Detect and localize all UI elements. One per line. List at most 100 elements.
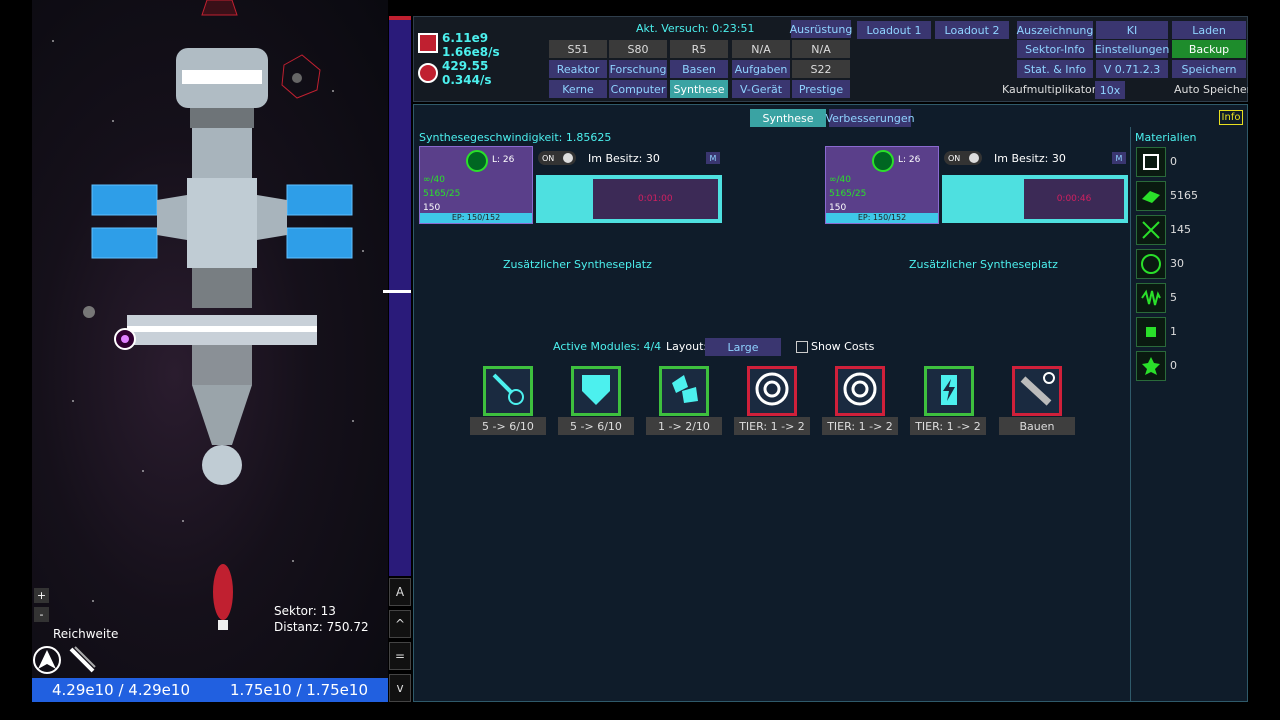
toggle-slot-1[interactable]: ON	[538, 151, 576, 165]
module-label[interactable]: TIER: 1 -> 2	[822, 417, 898, 435]
grid-s51[interactable]: S51	[549, 40, 607, 58]
module-5[interactable]	[924, 366, 974, 416]
speed-equal-button[interactable]: =	[389, 642, 411, 670]
buy-multiplier-button[interactable]: 10x	[1095, 81, 1125, 99]
tab-synthese[interactable]: Synthese	[750, 109, 826, 127]
distance-label: Distanz: 750.72	[274, 620, 369, 634]
buy-multiplier-label: Kaufmultiplikator:	[1002, 83, 1100, 96]
slot-level: L: 26	[492, 155, 515, 165]
equipment-button[interactable]: Ausrüstung	[790, 20, 852, 38]
stat-energy-rate: 0.344/s	[442, 73, 492, 87]
range-label: Reichweite	[53, 627, 119, 641]
loadout1-button[interactable]: Loadout 1	[857, 21, 931, 39]
owned-slot-2: Im Besitz: 30	[994, 152, 1066, 165]
grid-na2[interactable]: N/A	[792, 40, 850, 58]
info-button[interactable]: Info	[1219, 110, 1243, 125]
speed-a-button[interactable]: A	[389, 578, 411, 606]
grid-r5[interactable]: R5	[670, 40, 728, 58]
grid-s80[interactable]: S80	[609, 40, 667, 58]
load-button[interactable]: Laden	[1172, 21, 1246, 39]
tab-prestige[interactable]: Prestige	[792, 80, 850, 98]
no-sign-icon[interactable]	[418, 33, 438, 53]
slot-req1: ∞/40	[423, 175, 445, 185]
space-station	[83, 0, 353, 630]
toggle-label: ON	[948, 153, 961, 163]
grid-na1[interactable]: N/A	[732, 40, 790, 58]
core-icon	[1136, 249, 1166, 279]
synthesis-speed: Synthesegeschwindigkeit: 1.85625	[419, 131, 612, 144]
alloy-icon	[1136, 181, 1166, 211]
speed-down-button[interactable]: v	[389, 674, 411, 702]
layout-select[interactable]: Large	[705, 338, 781, 356]
materials-divider	[1130, 127, 1131, 701]
scroll-marker[interactable]	[383, 290, 411, 293]
tab-bases[interactable]: Basen	[670, 60, 728, 78]
tab-cores[interactable]: Kerne	[549, 80, 607, 98]
module-label[interactable]: TIER: 1 -> 2	[734, 417, 810, 435]
tab-tasks[interactable]: Aufgaben	[732, 60, 790, 78]
ship-icon[interactable]	[32, 645, 62, 675]
save-button[interactable]: Speichern	[1172, 60, 1246, 78]
tab-reactor[interactable]: Reaktor	[549, 60, 607, 78]
chip-icon	[1136, 147, 1166, 177]
synthesis-slot-2[interactable]: L: 26 ∞/40 5165/25 150 EP: 150/152	[825, 146, 939, 224]
module-4[interactable]	[835, 366, 885, 416]
tab-upgrades[interactable]: Verbesserungen	[825, 109, 915, 127]
stats-button[interactable]: Stat. & Info	[1017, 60, 1093, 78]
tab-vdevice[interactable]: V-Gerät	[732, 80, 790, 98]
extra-slot-1[interactable]: Zusätzlicher Syntheseplatz	[503, 258, 652, 271]
module-3[interactable]	[747, 366, 797, 416]
slot-req2: 5165/25	[829, 189, 867, 199]
backup-button[interactable]: Backup	[1172, 40, 1246, 58]
show-costs-label: Show Costs	[811, 340, 875, 353]
module-2[interactable]	[659, 366, 709, 416]
circuit-icon	[1136, 215, 1166, 245]
stat-money: 6.11e9	[442, 31, 489, 45]
slot-ep: EP: 150/152	[826, 213, 938, 223]
core-icon	[466, 150, 488, 172]
settings-button[interactable]: Einstellungen	[1095, 40, 1169, 58]
show-costs-checkbox[interactable]	[796, 341, 808, 353]
grid-s22[interactable]: S22	[792, 60, 850, 78]
game-viewport[interactable]: Sektor: 13 Distanz: 750.72 + - Reichweit…	[32, 0, 388, 680]
build-icon	[1017, 369, 1057, 413]
slot-req3: 150	[829, 203, 847, 213]
weapon-icon[interactable]	[67, 645, 97, 675]
module-label[interactable]: 5 -> 6/10	[470, 417, 546, 435]
module-6[interactable]	[1012, 366, 1062, 416]
module-label[interactable]: TIER: 1 -> 2	[910, 417, 986, 435]
module-label[interactable]: 5 -> 6/10	[558, 417, 634, 435]
record-icon[interactable]	[418, 63, 438, 83]
zoom-out-button[interactable]: -	[34, 607, 49, 622]
module-1[interactable]	[571, 366, 621, 416]
toggle-label: ON	[542, 153, 555, 163]
module-0[interactable]	[483, 366, 533, 416]
loadout2-button[interactable]: Loadout 2	[935, 21, 1009, 39]
vortex-icon	[840, 369, 880, 413]
speed-up-button[interactable]: ^	[389, 610, 411, 638]
tab-research[interactable]: Forschung	[609, 60, 667, 78]
m-button-slot-2[interactable]: M	[1112, 152, 1126, 164]
slot-req2: 5165/25	[423, 189, 461, 199]
tab-synthesis[interactable]: Synthese	[670, 80, 728, 98]
module-label[interactable]: 1 -> 2/10	[646, 417, 722, 435]
ai-button[interactable]: KI	[1096, 21, 1168, 39]
material-value: 5165	[1170, 189, 1198, 202]
progress-slot-1: 0:01:00	[536, 175, 722, 223]
version-button[interactable]: V 0.71.2.3	[1096, 60, 1168, 78]
synthesis-slot-1[interactable]: L: 26 ∞/40 5165/25 150 EP: 150/152	[419, 146, 533, 224]
tab-computer[interactable]: Computer	[609, 80, 667, 98]
scroll-track[interactable]	[389, 16, 411, 576]
material-value: 0	[1170, 359, 1177, 372]
m-button-slot-1[interactable]: M	[706, 152, 720, 164]
awards-button[interactable]: Auszeichnung	[1017, 21, 1093, 39]
materials-list: 0 5165 145 30 5 1 0	[1132, 147, 1242, 387]
toggle-slot-2[interactable]: ON	[944, 151, 982, 165]
scroll-top-accent	[389, 16, 411, 20]
extra-slot-2[interactable]: Zusätzlicher Syntheseplatz	[909, 258, 1058, 271]
zoom-in-button[interactable]: +	[34, 588, 49, 603]
module-label[interactable]: Bauen	[999, 417, 1075, 435]
sector-info-button[interactable]: Sektor-Info	[1017, 40, 1093, 58]
shield-icon	[576, 369, 616, 413]
progress-slot-2: 0:00:46	[942, 175, 1128, 223]
